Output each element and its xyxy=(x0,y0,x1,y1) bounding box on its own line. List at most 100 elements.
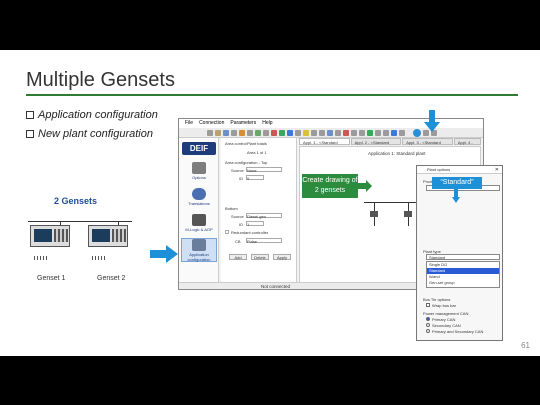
id-field[interactable]: 0 xyxy=(246,175,264,181)
dialog-title: Plant options xyxy=(417,166,502,174)
bullet-new-plant-config: New plant configuration xyxy=(26,128,153,140)
controller-buttons xyxy=(112,229,126,242)
bottom-source-select[interactable]: Diesel gen xyxy=(246,213,282,219)
bus-tie-label: Bus Tie options xyxy=(423,297,451,302)
tab-area-control[interactable]: Area control xyxy=(225,141,247,146)
breaker-icon xyxy=(404,211,412,217)
nav-mlogic[interactable]: M-Logic & AOP xyxy=(181,214,217,232)
toolbar-button[interactable] xyxy=(335,129,341,136)
logic-icon xyxy=(192,214,206,226)
tab-appl-1[interactable]: Appl. 1 - <Standard plant> xyxy=(299,138,350,152)
globe-icon xyxy=(192,188,206,200)
plant-type-dropdown: Single DG Standard Island Gen-set group xyxy=(426,261,500,288)
secondary-can-radio[interactable] xyxy=(426,323,430,327)
tab-plant-totals[interactable]: Plant totals xyxy=(247,141,267,146)
options-icon xyxy=(192,162,206,174)
delete-button[interactable]: Delete xyxy=(251,254,269,260)
primary-can-radio[interactable] xyxy=(426,317,430,321)
plant-type-select[interactable]: Standard xyxy=(426,254,500,260)
power-mgmt-label: Power management CAN xyxy=(423,311,469,316)
toolbar-button[interactable] xyxy=(247,129,253,136)
wrap-bus-bar-checkbox[interactable] xyxy=(426,303,430,307)
pointer-arrow-icon xyxy=(424,110,440,132)
toolbar-button[interactable] xyxy=(303,129,309,136)
tab-appl-2[interactable]: Appl. 2 - <Standard plant> xyxy=(350,138,402,152)
toolbar-button[interactable] xyxy=(399,129,405,136)
toolbar-button[interactable] xyxy=(295,129,301,136)
toolbar-button[interactable] xyxy=(367,129,373,136)
area-configuration-panel: Area control Plant totals Area 1 of 1 Ar… xyxy=(221,138,297,283)
secondary-can-label: Secondary CAN xyxy=(432,323,461,328)
toolbar-button[interactable] xyxy=(271,129,277,136)
area-counter: Area 1 of 1 xyxy=(247,150,267,155)
callout-arrow-icon xyxy=(452,189,460,203)
tab-appl-3[interactable]: Appl. 3 - <Standard plant> xyxy=(402,138,453,152)
apply-button[interactable]: Apply xyxy=(273,254,291,260)
bottom-source-label: Source xyxy=(231,214,244,219)
controller-display xyxy=(34,229,52,242)
primary-secondary-can-radio[interactable] xyxy=(426,329,430,333)
toolbar-button[interactable] xyxy=(351,129,357,136)
close-icon[interactable]: ✕ xyxy=(495,167,499,173)
toolbar-button[interactable] xyxy=(327,129,333,136)
wrap-bus-bar-label: Wrap bus bar xyxy=(432,303,456,308)
title-divider xyxy=(26,94,518,96)
toolbar-button[interactable] xyxy=(231,129,237,136)
checkbox-bullet-icon xyxy=(26,111,34,119)
bullet-text: Application configuration xyxy=(38,109,158,121)
nav-application-configuration[interactable]: Application configuration xyxy=(181,238,217,262)
toolbar-button[interactable] xyxy=(343,129,349,136)
toolbar-button[interactable] xyxy=(383,129,389,136)
breaker-icon xyxy=(370,211,378,217)
bullet-text: New plant configuration xyxy=(38,128,153,140)
pointer-arrow-icon xyxy=(150,245,178,263)
controller-buttons xyxy=(54,229,68,242)
toolbar-button[interactable] xyxy=(279,129,285,136)
bottom-id-label: ID xyxy=(239,222,243,227)
nav-options[interactable]: Options xyxy=(181,162,217,180)
checkbox-bullet-icon xyxy=(26,130,34,138)
page-number: 61 xyxy=(521,341,530,350)
menu-help[interactable]: Help xyxy=(262,119,272,128)
nav-translations[interactable]: Translations xyxy=(181,188,217,206)
callout-arrow-icon xyxy=(358,180,372,192)
menu-file[interactable]: File xyxy=(185,119,193,128)
terminal-block-icon xyxy=(92,256,106,260)
toolbar-button[interactable] xyxy=(255,129,261,136)
toolbar-button[interactable] xyxy=(359,129,365,136)
toolbar-button[interactable] xyxy=(391,129,397,136)
controller-display xyxy=(92,229,110,242)
id-label: ID xyxy=(239,176,243,181)
genset-2-caption: Genset 2 xyxy=(97,275,126,282)
genset-1-caption: Genset 1 xyxy=(37,275,66,282)
toolbar-button[interactable] xyxy=(207,129,213,136)
toolbar-button[interactable] xyxy=(263,129,269,136)
terminal-block-icon xyxy=(34,256,48,260)
toolbar-button[interactable] xyxy=(311,129,317,136)
add-button[interactable]: Add xyxy=(229,254,247,260)
canvas-title: Application 1: Standard plant xyxy=(368,151,426,156)
left-navigation: DEIF Options Translations M-Logic & AOP … xyxy=(179,138,219,283)
redundant-label: Redundant controller xyxy=(231,230,269,235)
cb-select[interactable]: Pulse xyxy=(246,238,282,244)
slide: Multiple Gensets Application configurati… xyxy=(0,50,540,356)
toolbar-button[interactable] xyxy=(223,129,229,136)
plant-options-button[interactable] xyxy=(413,128,421,137)
menu-parameters[interactable]: Parameters xyxy=(230,119,256,128)
option-genset-group[interactable]: Gen-set group xyxy=(427,280,499,286)
toolbar-button[interactable] xyxy=(375,129,381,136)
source-select[interactable]: None xyxy=(246,167,282,173)
slide-title: Multiple Gensets xyxy=(26,69,175,91)
application-tabs: Appl. 1 - <Standard plant> Appl. 2 - <St… xyxy=(299,138,481,152)
dialog-continued xyxy=(416,341,503,356)
toolbar-button[interactable] xyxy=(319,129,325,136)
genset-1-controller xyxy=(30,225,70,247)
genset-2-controller xyxy=(88,225,128,247)
toolbar-button[interactable] xyxy=(215,129,221,136)
toolbar-button[interactable] xyxy=(239,129,245,136)
menu-connection[interactable]: Connection xyxy=(199,119,224,128)
toolbar-button[interactable] xyxy=(287,129,293,136)
redundant-checkbox[interactable] xyxy=(225,230,229,234)
bottom-id-field[interactable]: 1 xyxy=(246,221,264,227)
tab-appl-4[interactable]: Appl. 4 - <S xyxy=(453,138,481,152)
